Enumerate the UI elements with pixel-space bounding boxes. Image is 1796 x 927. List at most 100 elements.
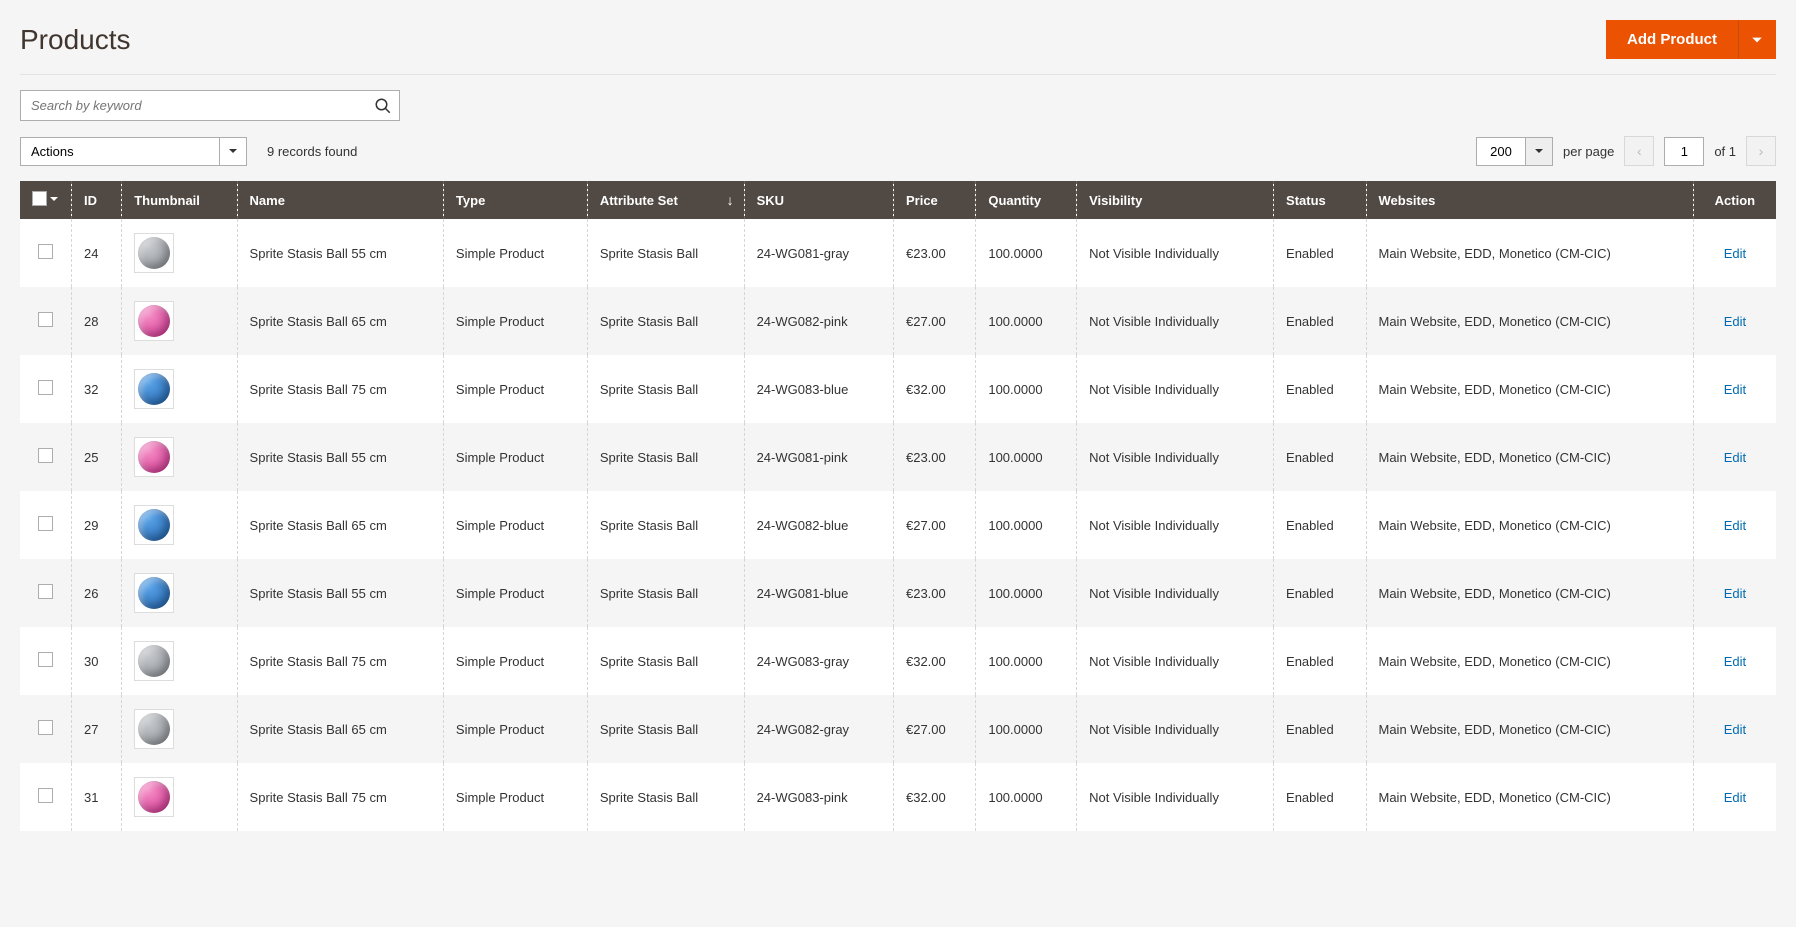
table-row[interactable]: 29 Sprite Stasis Ball 65 cm Simple Produ… <box>20 491 1776 559</box>
select-all-checkbox[interactable] <box>32 191 47 206</box>
cell-thumbnail <box>122 627 237 695</box>
row-checkbox[interactable] <box>38 312 53 327</box>
table-row[interactable]: 25 Sprite Stasis Ball 55 cm Simple Produ… <box>20 423 1776 491</box>
cell-sku: 24-WG082-gray <box>744 695 893 763</box>
cell-sku: 24-WG082-pink <box>744 287 893 355</box>
actions-dropdown-toggle[interactable] <box>220 137 247 166</box>
table-row[interactable]: 31 Sprite Stasis Ball 75 cm Simple Produ… <box>20 763 1776 831</box>
row-checkbox[interactable] <box>38 244 53 259</box>
cell-status: Enabled <box>1274 695 1366 763</box>
cell-attribute-set: Sprite Stasis Ball <box>587 763 744 831</box>
col-head-checkbox[interactable] <box>20 181 72 219</box>
col-head-status[interactable]: Status <box>1274 181 1366 219</box>
cell-type: Simple Product <box>443 219 587 287</box>
cell-status: Enabled <box>1274 491 1366 559</box>
cell-thumbnail <box>122 559 237 627</box>
cell-id: 28 <box>72 287 122 355</box>
col-head-attribute-set-label: Attribute Set <box>600 193 678 208</box>
edit-link[interactable]: Edit <box>1724 790 1746 805</box>
table-row[interactable]: 32 Sprite Stasis Ball 75 cm Simple Produ… <box>20 355 1776 423</box>
edit-link[interactable]: Edit <box>1724 382 1746 397</box>
cell-thumbnail <box>122 423 237 491</box>
edit-link[interactable]: Edit <box>1724 654 1746 669</box>
cell-sku: 24-WG082-blue <box>744 491 893 559</box>
prev-page-button[interactable]: ‹ <box>1624 136 1654 166</box>
cell-quantity: 100.0000 <box>976 627 1077 695</box>
cell-status: Enabled <box>1274 423 1366 491</box>
cell-thumbnail <box>122 491 237 559</box>
col-head-thumbnail[interactable]: Thumbnail <box>122 181 237 219</box>
table-row[interactable]: 30 Sprite Stasis Ball 75 cm Simple Produ… <box>20 627 1776 695</box>
cell-sku: 24-WG083-pink <box>744 763 893 831</box>
edit-link[interactable]: Edit <box>1724 722 1746 737</box>
cell-quantity: 100.0000 <box>976 559 1077 627</box>
cell-thumbnail <box>122 219 237 287</box>
cell-price: €27.00 <box>893 287 975 355</box>
actions-dropdown[interactable]: Actions <box>20 137 220 166</box>
search-input[interactable] <box>20 90 400 121</box>
col-head-quantity[interactable]: Quantity <box>976 181 1077 219</box>
table-row[interactable]: 24 Sprite Stasis Ball 55 cm Simple Produ… <box>20 219 1776 287</box>
ball-icon <box>138 373 170 405</box>
page-title: Products <box>20 24 131 56</box>
cell-visibility: Not Visible Individually <box>1077 695 1274 763</box>
col-head-name[interactable]: Name <box>237 181 443 219</box>
actions-select: Actions <box>20 137 247 166</box>
chevron-down-icon <box>1751 34 1763 46</box>
col-head-websites[interactable]: Websites <box>1366 181 1693 219</box>
next-page-button[interactable]: › <box>1746 136 1776 166</box>
col-head-visibility[interactable]: Visibility <box>1077 181 1274 219</box>
cell-sku: 24-WG081-blue <box>744 559 893 627</box>
cell-action: Edit <box>1693 491 1776 559</box>
cell-websites: Main Website, EDD, Monetico (CM-CIC) <box>1366 695 1693 763</box>
caret-down-icon <box>228 146 238 156</box>
cell-quantity: 100.0000 <box>976 423 1077 491</box>
edit-link[interactable]: Edit <box>1724 314 1746 329</box>
cell-type: Simple Product <box>443 355 587 423</box>
cell-visibility: Not Visible Individually <box>1077 627 1274 695</box>
caret-down-icon <box>1534 146 1544 156</box>
search-icon[interactable] <box>374 97 392 115</box>
page-size-dropdown[interactable] <box>1526 137 1553 166</box>
cell-price: €23.00 <box>893 559 975 627</box>
table-row[interactable]: 27 Sprite Stasis Ball 65 cm Simple Produ… <box>20 695 1776 763</box>
page-size-input[interactable] <box>1476 137 1526 166</box>
cell-websites: Main Website, EDD, Monetico (CM-CIC) <box>1366 219 1693 287</box>
col-head-action[interactable]: Action <box>1693 181 1776 219</box>
row-checkbox[interactable] <box>38 380 53 395</box>
edit-link[interactable]: Edit <box>1724 450 1746 465</box>
cell-thumbnail <box>122 287 237 355</box>
row-checkbox[interactable] <box>38 516 53 531</box>
row-checkbox[interactable] <box>38 584 53 599</box>
row-checkbox[interactable] <box>38 720 53 735</box>
cell-sku: 24-WG081-gray <box>744 219 893 287</box>
cell-websites: Main Website, EDD, Monetico (CM-CIC) <box>1366 355 1693 423</box>
col-head-id[interactable]: ID <box>72 181 122 219</box>
row-checkbox[interactable] <box>38 652 53 667</box>
table-row[interactable]: 28 Sprite Stasis Ball 65 cm Simple Produ… <box>20 287 1776 355</box>
current-page-input[interactable] <box>1664 137 1704 166</box>
cell-attribute-set: Sprite Stasis Ball <box>587 355 744 423</box>
cell-visibility: Not Visible Individually <box>1077 559 1274 627</box>
thumbnail-image <box>134 709 174 749</box>
col-head-type[interactable]: Type <box>443 181 587 219</box>
cell-price: €32.00 <box>893 763 975 831</box>
cell-status: Enabled <box>1274 763 1366 831</box>
cell-action: Edit <box>1693 763 1776 831</box>
col-head-price[interactable]: Price <box>893 181 975 219</box>
add-product-button[interactable]: Add Product <box>1606 20 1738 59</box>
cell-id: 26 <box>72 559 122 627</box>
col-head-sku[interactable]: SKU <box>744 181 893 219</box>
records-found: 9 records found <box>267 144 357 159</box>
row-checkbox[interactable] <box>38 788 53 803</box>
cell-action: Edit <box>1693 355 1776 423</box>
col-head-attribute-set[interactable]: Attribute Set↓ <box>587 181 744 219</box>
cell-sku: 24-WG081-pink <box>744 423 893 491</box>
edit-link[interactable]: Edit <box>1724 246 1746 261</box>
add-product-dropdown-toggle[interactable] <box>1738 20 1776 59</box>
row-checkbox[interactable] <box>38 448 53 463</box>
cell-name: Sprite Stasis Ball 65 cm <box>237 491 443 559</box>
edit-link[interactable]: Edit <box>1724 586 1746 601</box>
table-row[interactable]: 26 Sprite Stasis Ball 55 cm Simple Produ… <box>20 559 1776 627</box>
edit-link[interactable]: Edit <box>1724 518 1746 533</box>
